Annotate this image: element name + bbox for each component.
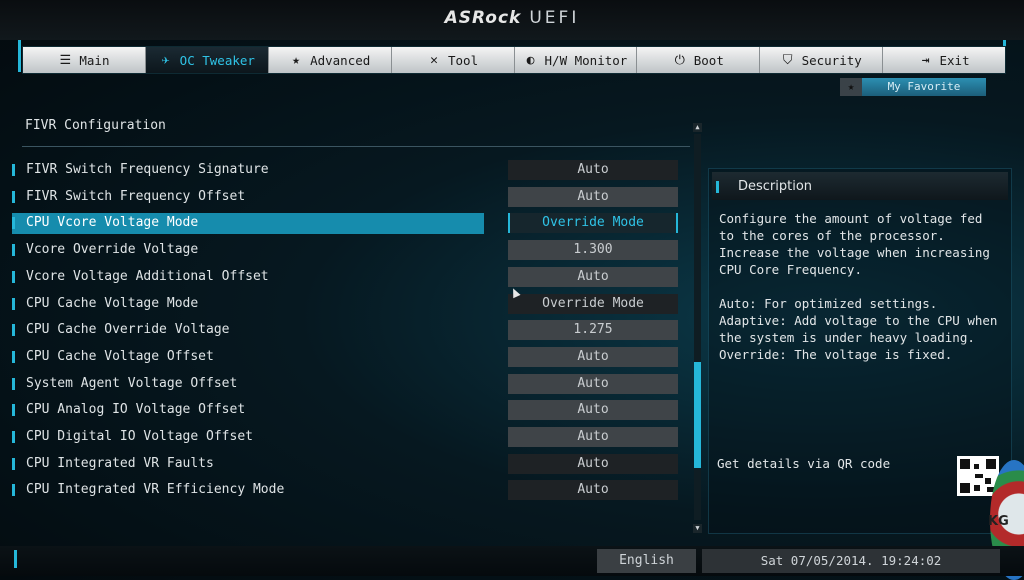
list-icon: ☰ bbox=[59, 52, 72, 68]
setting-value-field[interactable]: Auto bbox=[508, 267, 678, 287]
setting-label: System Agent Voltage Offset bbox=[26, 376, 238, 391]
setting-label: CPU Vcore Voltage Mode bbox=[26, 215, 199, 230]
setting-label: CPU Cache Voltage Offset bbox=[26, 349, 214, 364]
tab-main[interactable]: ☰ Main bbox=[23, 47, 146, 73]
row-marker bbox=[12, 324, 15, 336]
power-icon: ⏻ bbox=[674, 52, 685, 68]
setting-row[interactable]: Vcore Voltage Additional Offset bbox=[12, 267, 484, 288]
my-favorite-label: My Favorite bbox=[862, 78, 986, 96]
setting-label: FIVR Switch Frequency Offset bbox=[26, 189, 246, 204]
monitor-icon: ◐ bbox=[526, 52, 535, 68]
description-text: Configure the amount of voltage fed to t… bbox=[719, 211, 998, 362]
left-edge-accent bbox=[18, 40, 21, 72]
date-time-display: Sat 07/05/2014. 19:24:02 bbox=[702, 549, 1000, 573]
setting-row[interactable]: FIVR Switch Frequency Offset bbox=[12, 187, 484, 208]
setting-label: CPU Analog IO Voltage Offset bbox=[26, 402, 246, 417]
setting-value-field[interactable]: Auto bbox=[508, 400, 678, 420]
row-marker bbox=[12, 191, 15, 203]
watermark-text: KG bbox=[988, 514, 1009, 529]
row-marker bbox=[12, 244, 15, 256]
row-marker bbox=[12, 431, 15, 443]
setting-row[interactable]: CPU Integrated VR Faults bbox=[12, 454, 484, 475]
setting-value-field[interactable]: Auto bbox=[508, 480, 678, 500]
setting-row[interactable]: System Agent Voltage Offset bbox=[12, 374, 484, 395]
qr-code-label: Get details via QR code bbox=[717, 456, 891, 471]
row-marker bbox=[12, 271, 15, 283]
setting-row[interactable]: Vcore Override Voltage bbox=[12, 240, 484, 261]
setting-row[interactable]: FIVR Switch Frequency Signature bbox=[12, 160, 484, 181]
tab-h-w-monitor[interactable]: ◐ H/W Monitor bbox=[515, 47, 638, 73]
description-marker bbox=[716, 181, 719, 193]
shield-icon: ⛉ bbox=[782, 52, 793, 68]
description-header: Description bbox=[712, 172, 1008, 200]
row-marker bbox=[12, 404, 15, 416]
setting-value-field[interactable]: 1.300 bbox=[508, 240, 678, 260]
setting-row[interactable]: CPU Integrated VR Efficiency Mode bbox=[12, 480, 484, 501]
setting-label: CPU Integrated VR Faults bbox=[26, 456, 214, 471]
tab-label: Tool bbox=[448, 52, 479, 68]
setting-value-field[interactable]: Auto bbox=[508, 160, 678, 180]
setting-row[interactable]: CPU Cache Voltage Mode bbox=[12, 294, 484, 315]
setting-value-field[interactable]: Auto bbox=[508, 427, 678, 447]
title-bar: ASRock UEFI bbox=[0, 0, 1024, 40]
setting-label: CPU Cache Voltage Mode bbox=[26, 296, 199, 311]
row-marker bbox=[12, 351, 15, 363]
tab-label: Advanced bbox=[310, 52, 371, 68]
exit-icon: ⇥ bbox=[921, 52, 930, 68]
status-left-accent bbox=[14, 550, 17, 568]
setting-row[interactable]: CPU Vcore Voltage Mode bbox=[12, 213, 484, 234]
title-divider bbox=[22, 146, 690, 147]
scroll-down-arrow-icon[interactable]: ▼ bbox=[693, 524, 702, 533]
setting-label: CPU Integrated VR Efficiency Mode bbox=[26, 482, 285, 497]
language-button[interactable]: English bbox=[597, 549, 696, 573]
tab-label: Main bbox=[79, 52, 110, 68]
my-favorite-button[interactable]: ★ My Favorite bbox=[840, 78, 986, 96]
description-title: Description bbox=[738, 179, 813, 194]
row-marker bbox=[12, 378, 15, 390]
tab-label: Exit bbox=[939, 52, 970, 68]
setting-value-field[interactable]: Auto bbox=[508, 187, 678, 207]
tab-exit[interactable]: ⇥ Exit bbox=[883, 47, 1005, 73]
setting-value-field[interactable]: 1.275 bbox=[508, 320, 678, 340]
tab-label: Security bbox=[801, 52, 862, 68]
wrench-icon: ✕ bbox=[430, 52, 438, 68]
star-icon: ★ bbox=[292, 52, 300, 68]
setting-value-field[interactable]: Auto bbox=[508, 374, 678, 394]
tab-label: OC Tweaker bbox=[179, 52, 255, 68]
rocket-icon: ✈ bbox=[161, 52, 170, 68]
page-title: FIVR Configuration bbox=[25, 118, 166, 133]
setting-value-field[interactable]: Override Mode bbox=[508, 294, 678, 314]
setting-value-field[interactable]: Auto bbox=[508, 454, 678, 474]
tab-boot[interactable]: ⏻ Boot bbox=[637, 47, 761, 73]
setting-value-field[interactable]: Auto bbox=[508, 347, 678, 367]
setting-label: Vcore Override Voltage bbox=[26, 242, 199, 257]
tab-security[interactable]: ⛉ Security bbox=[760, 47, 884, 73]
main-tab-bar: ☰ Main ✈ OC Tweaker ★ Advanced ✕ Tool ◐ H/W Monit… bbox=[22, 46, 1006, 74]
setting-label: CPU Cache Override Voltage bbox=[26, 322, 230, 337]
setting-row[interactable]: CPU Cache Override Voltage bbox=[12, 320, 484, 341]
scroll-up-arrow-icon[interactable]: ▲ bbox=[693, 123, 702, 132]
setting-label: CPU Digital IO Voltage Offset bbox=[26, 429, 253, 444]
row-marker bbox=[12, 458, 15, 470]
favorite-star-icon: ★ bbox=[840, 78, 862, 96]
setting-label: Vcore Voltage Additional Offset bbox=[26, 269, 269, 284]
setting-row[interactable]: CPU Cache Voltage Offset bbox=[12, 347, 484, 368]
setting-row[interactable]: CPU Digital IO Voltage Offset bbox=[12, 427, 484, 448]
row-marker bbox=[12, 298, 15, 310]
tab-oc-tweaker[interactable]: ✈ OC Tweaker bbox=[145, 47, 269, 73]
row-marker bbox=[12, 217, 15, 229]
tab-label: H/W Monitor bbox=[544, 52, 628, 68]
tab-tool[interactable]: ✕ Tool bbox=[392, 47, 515, 73]
tab-label: Boot bbox=[693, 52, 724, 68]
setting-row[interactable]: CPU Analog IO Voltage Offset bbox=[12, 400, 484, 421]
setting-value-field[interactable]: Override Mode bbox=[508, 213, 678, 233]
scrollbar-thumb[interactable] bbox=[694, 362, 701, 468]
tab-advanced[interactable]: ★ Advanced bbox=[269, 47, 392, 73]
product-name: UEFI bbox=[529, 8, 580, 28]
brand-name: ASRock bbox=[444, 8, 522, 28]
row-marker bbox=[12, 484, 15, 496]
row-marker bbox=[12, 164, 15, 176]
brand-logo: ASRock UEFI bbox=[0, 8, 1024, 28]
setting-label: FIVR Switch Frequency Signature bbox=[26, 162, 269, 177]
